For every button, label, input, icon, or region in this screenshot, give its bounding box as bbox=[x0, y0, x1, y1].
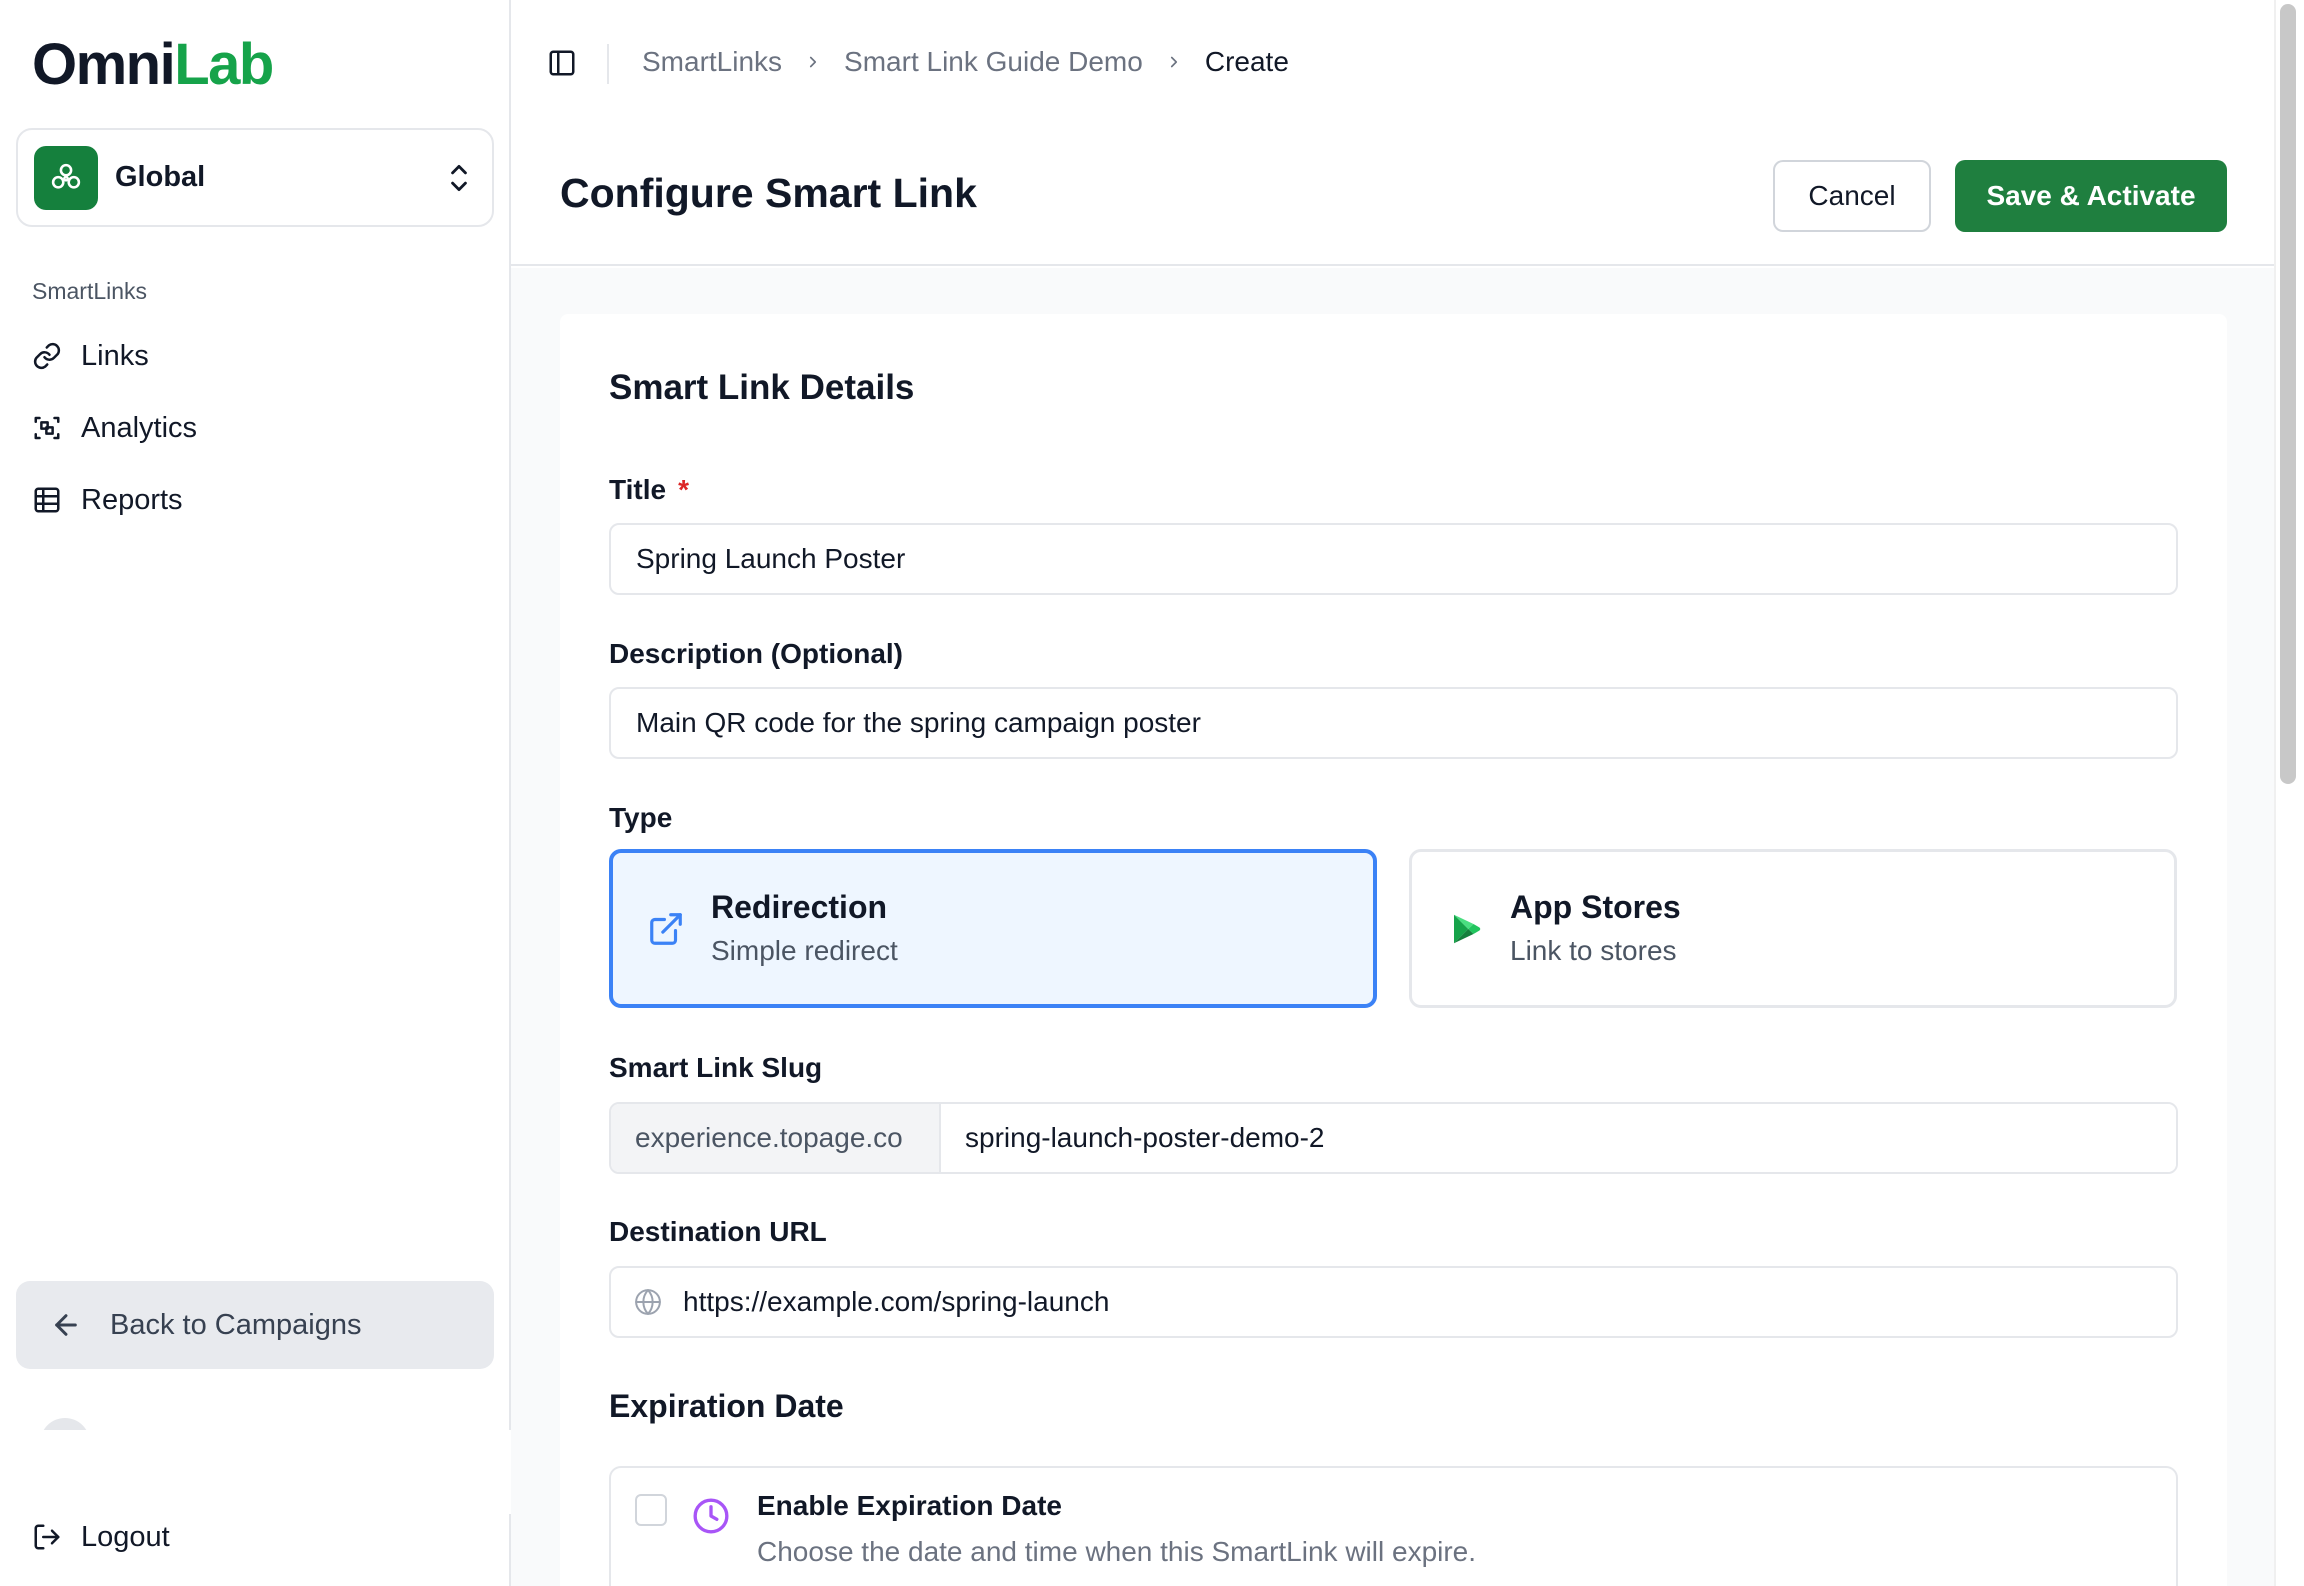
title-label: Title * bbox=[609, 474, 689, 506]
globe-icon bbox=[635, 1289, 661, 1315]
table-icon bbox=[34, 487, 60, 513]
type-option-text: Redirection Simple redirect bbox=[711, 887, 898, 971]
required-mark: * bbox=[678, 474, 689, 505]
enable-expiration-checkbox[interactable] bbox=[635, 1494, 667, 1526]
workspace-name: Global bbox=[115, 161, 206, 193]
omnilab-logo[interactable]: OmniLab bbox=[32, 30, 274, 100]
sidebar-toggle-icon[interactable] bbox=[547, 48, 577, 83]
slug-label: Smart Link Slug bbox=[609, 1052, 823, 1083]
description-input[interactable] bbox=[609, 687, 2178, 759]
expiration-heading: Expiration Date bbox=[609, 1388, 844, 1424]
chevron-right-icon bbox=[1165, 53, 1183, 71]
description-label: Description (Optional) bbox=[609, 638, 903, 669]
main-area: SmartLinks Smart Link Guide Demo Create … bbox=[511, 0, 2274, 1586]
back-to-campaigns-button[interactable]: Back to Campaigns bbox=[16, 1281, 494, 1369]
back-button-label: Back to Campaigns bbox=[110, 1308, 362, 1341]
external-link-icon bbox=[650, 912, 682, 945]
destination-url-input[interactable] bbox=[663, 1268, 2176, 1336]
sidebar-item-reports[interactable]: Reports bbox=[16, 470, 494, 530]
clock-icon bbox=[693, 1498, 729, 1534]
slug-domain-prefix: experience.topage.co bbox=[611, 1104, 941, 1172]
arrow-left-icon bbox=[55, 1314, 77, 1336]
destination-url-field bbox=[609, 1266, 2178, 1338]
slug-input[interactable] bbox=[941, 1104, 2176, 1172]
type-option-redirection[interactable]: Redirection Simple redirect bbox=[609, 849, 1377, 1008]
logo-text-omni: Omni bbox=[32, 32, 176, 97]
type-option-subtitle: Simple redirect bbox=[711, 934, 898, 966]
sidebar-item-analytics[interactable]: Analytics bbox=[16, 398, 494, 458]
logout-label: Logout bbox=[81, 1520, 170, 1553]
breadcrumb-current: Create bbox=[1204, 46, 1289, 77]
card-title: Smart Link Details bbox=[609, 368, 915, 407]
expiration-description: Choose the date and time when this Smart… bbox=[757, 1536, 1477, 1567]
popover-overlay bbox=[0, 1430, 520, 1514]
type-option-name: Redirection bbox=[711, 888, 888, 925]
chevron-up-down-icon bbox=[446, 160, 472, 201]
page-title: Configure Smart Link bbox=[560, 170, 977, 216]
type-label: Type bbox=[609, 802, 673, 833]
link-icon bbox=[33, 342, 61, 370]
destination-url-label: Destination URL bbox=[609, 1216, 827, 1247]
save-activate-button[interactable]: Save & Activate bbox=[1955, 160, 2227, 232]
title-input[interactable] bbox=[609, 523, 2178, 595]
cancel-button[interactable]: Cancel bbox=[1773, 160, 1931, 232]
type-option-text: App Stores Link to stores bbox=[1510, 887, 1681, 971]
slug-field: experience.topage.co bbox=[609, 1102, 2178, 1174]
workspace-cluster-icon bbox=[34, 145, 98, 210]
sidebar-item-label: Reports bbox=[81, 483, 183, 516]
play-store-icon bbox=[1454, 914, 1481, 943]
breadcrumb: SmartLinks Smart Link Guide Demo Create bbox=[642, 46, 1289, 78]
workspace-switcher[interactable]: Global bbox=[16, 128, 494, 227]
sidebar-section-label: SmartLinks bbox=[32, 278, 148, 304]
type-option-subtitle: Link to stores bbox=[1510, 934, 1677, 966]
sidebar: OmniLab Global SmartLinks Links Analytic… bbox=[0, 0, 520, 1586]
title-label-text: Title bbox=[609, 474, 667, 505]
breadcrumb-smartlinks[interactable]: SmartLinks bbox=[642, 46, 782, 78]
expiration-option: Enable Expiration Date Choose the date a… bbox=[609, 1466, 2178, 1586]
page-header: Configure Smart Link Cancel Save & Activ… bbox=[511, 128, 2274, 266]
top-bar: SmartLinks Smart Link Guide Demo Create bbox=[511, 0, 2274, 128]
topbar-divider bbox=[607, 44, 609, 84]
smart-link-details-card: Smart Link Details Title * Description (O… bbox=[560, 314, 2227, 1586]
type-option-name: App Stores bbox=[1510, 888, 1681, 925]
sidebar-item-label: Analytics bbox=[81, 411, 198, 444]
logo-text-lab: Lab bbox=[174, 32, 274, 97]
page-scrollbar[interactable] bbox=[2280, 4, 2296, 784]
sidebar-item-links[interactable]: Links bbox=[16, 326, 494, 386]
type-option-app-stores[interactable]: App Stores Link to stores bbox=[1409, 849, 2177, 1008]
breadcrumb-campaign[interactable]: Smart Link Guide Demo bbox=[844, 46, 1143, 78]
sidebar-item-label: Links bbox=[81, 339, 149, 372]
chevron-right-icon bbox=[804, 53, 822, 71]
logout-icon bbox=[34, 1524, 60, 1550]
analytics-scan-icon bbox=[34, 416, 60, 440]
logout-button[interactable]: Logout bbox=[16, 1507, 170, 1567]
expiration-title: Enable Expiration Date bbox=[757, 1490, 1062, 1521]
